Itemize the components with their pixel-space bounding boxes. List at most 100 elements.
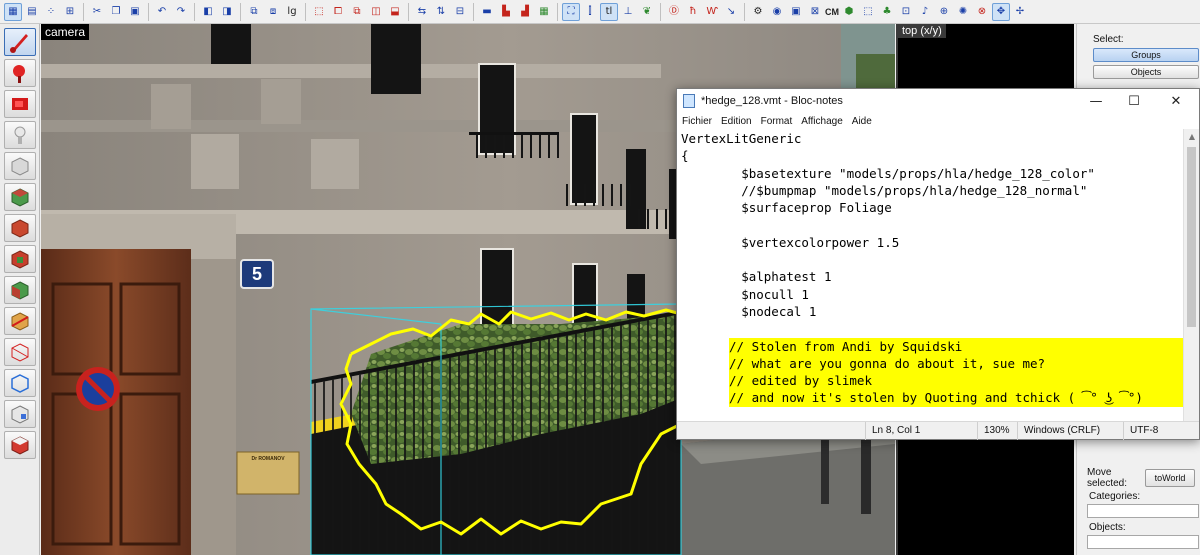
move-to-world-icon[interactable]: ◫ — [367, 3, 385, 21]
notepad-window[interactable]: *hedge_128.vmt - Bloc-notes — ☐ ✕ Fichie… — [676, 88, 1200, 440]
texture-bar-icon[interactable]: ▬ — [478, 3, 496, 21]
clipping-tool-button[interactable] — [3, 307, 36, 335]
compile-icon[interactable]: ⚙ — [749, 3, 767, 21]
editor-line[interactable]: // and now it's stolen by Quoting and tc… — [729, 389, 1185, 407]
editor-line[interactable]: VertexLitGeneric — [681, 130, 1185, 147]
editor-line[interactable]: $basetexture "models/props/hla/hedge_128… — [681, 165, 1185, 182]
menu-edition[interactable]: Edition — [721, 116, 752, 127]
expand-icon[interactable]: ✢ — [1011, 3, 1029, 21]
editor-line[interactable] — [681, 320, 1185, 337]
editor-line[interactable] — [681, 216, 1185, 233]
overlay-icon[interactable]: Ⱳ — [703, 3, 721, 21]
notepad-scrollbar[interactable]: ▲ — [1183, 129, 1199, 421]
editor-line[interactable]: $vertexcolorpower 1.5 — [681, 234, 1185, 251]
vertex-tool-button[interactable] — [3, 338, 36, 366]
selection-box-icon[interactable]: ⛶ — [562, 2, 580, 21]
camera-tool-button[interactable] — [3, 90, 36, 118]
flip-horizontal-icon[interactable]: ⇆ — [413, 3, 431, 21]
align-icon[interactable]: ⊟ — [451, 3, 469, 21]
brush-edit-icon[interactable]: ħ — [684, 3, 702, 21]
menu-aide[interactable]: Aide — [852, 116, 872, 127]
tool-palette — [0, 24, 40, 555]
editor-line[interactable]: $alphatest 1 — [681, 268, 1185, 285]
snap-icon[interactable]: ⫿ — [581, 3, 599, 21]
categories-dropdown[interactable] — [1087, 504, 1199, 518]
nodraw-icon[interactable]: ⊡ — [897, 3, 915, 21]
flip-vertical-icon[interactable]: ⇅ — [432, 3, 450, 21]
cordon-tool-button[interactable] — [3, 400, 36, 428]
copy-icon[interactable]: ❐ — [107, 3, 125, 21]
to-world-button[interactable]: toWorld — [1145, 469, 1195, 487]
objects-button[interactable]: Objects — [1093, 65, 1199, 79]
hide-selection-icon[interactable]: ⧉ — [245, 3, 263, 21]
grid-snap-icon[interactable]: ⊞ — [61, 3, 79, 21]
grid-dots-icon[interactable]: ⁘ — [42, 3, 60, 21]
transform-icon[interactable]: ⊕ — [935, 3, 953, 21]
editor-line[interactable] — [681, 251, 1185, 268]
editor-line[interactable]: $nodecal 1 — [681, 303, 1185, 320]
tool-cm-label[interactable]: CM — [825, 7, 839, 17]
ungroup-icon[interactable]: ◨ — [218, 3, 236, 21]
scroll-thumb[interactable] — [1187, 147, 1196, 327]
menu-affichage[interactable]: Affichage — [801, 116, 843, 127]
move-icon[interactable]: ✥ — [992, 2, 1010, 21]
scroll-up-icon[interactable]: ▲ — [1184, 129, 1200, 145]
editor-line[interactable]: { — [681, 147, 1185, 164]
maximize-icon[interactable]: ☐ — [1115, 89, 1153, 113]
texture-replace-icon[interactable]: ▟ — [516, 3, 534, 21]
tie-to-entity-icon[interactable]: ⧉ — [348, 3, 366, 21]
menu-format[interactable]: Format — [761, 116, 793, 127]
grid-fine-icon[interactable]: ▤ — [23, 3, 41, 21]
editor-line[interactable]: $surfaceprop Foliage — [681, 199, 1185, 216]
sound-icon[interactable]: ♪ — [916, 3, 934, 21]
redo-icon[interactable]: ↷ — [172, 3, 190, 21]
texture-apply-icon[interactable]: ▙ — [497, 3, 515, 21]
path-icon[interactable]: ↘ — [722, 3, 740, 21]
close-icon[interactable]: ✕ — [1157, 89, 1195, 113]
editor-line[interactable]: $nocull 1 — [681, 286, 1185, 303]
text-tool-icon[interactable]: tl — [600, 2, 618, 21]
collapse-icon[interactable]: ⊗ — [973, 3, 991, 21]
overlay-tool-button[interactable] — [3, 276, 36, 304]
editor-line[interactable]: // what are you gonna do about it, sue m… — [729, 354, 1185, 373]
light-icon[interactable]: ✺ — [954, 3, 972, 21]
instance-icon[interactable]: ⬢ — [840, 3, 858, 21]
editor-line[interactable]: // Stolen from Andi by Squidski — [729, 337, 1185, 355]
paste-icon[interactable]: ▣ — [126, 3, 144, 21]
apply-texture-button[interactable] — [3, 214, 36, 242]
groups-button[interactable]: Groups — [1093, 48, 1199, 62]
check-problems-icon[interactable]: ⊠ — [806, 3, 824, 21]
entity-tool-button[interactable] — [3, 121, 36, 149]
show-selection-icon[interactable]: ⧈ — [264, 3, 282, 21]
objects-dropdown[interactable] — [1087, 535, 1199, 549]
grid-icon[interactable]: ▦ — [4, 2, 22, 21]
notepad-titlebar[interactable]: *hedge_128.vmt - Bloc-notes — ☐ ✕ — [677, 89, 1199, 113]
carve-icon[interactable]: ⬚ — [310, 3, 328, 21]
displacement-tool-button[interactable] — [3, 431, 36, 459]
displacement-icon[interactable]: Ⓓ — [665, 3, 683, 21]
cordon-icon[interactable]: ⬚ — [859, 3, 877, 21]
block-tool-button[interactable] — [3, 152, 36, 180]
hollow-icon[interactable]: ⧠ — [329, 3, 347, 21]
selection-tool-button[interactable] — [3, 28, 36, 56]
clip-icon[interactable]: ⬓ — [386, 3, 404, 21]
path-tool-button[interactable] — [3, 369, 36, 397]
group-icon[interactable]: ◧ — [199, 3, 217, 21]
editor-line[interactable]: //$bumpmap "models/props/hla/hedge_128_n… — [681, 182, 1185, 199]
texture-browser-icon[interactable]: ▦ — [535, 3, 553, 21]
texture-tool-button[interactable] — [3, 183, 36, 211]
minimize-icon[interactable]: — — [1077, 89, 1115, 113]
texture-lock-icon[interactable]: lg — [283, 3, 301, 21]
decal-icon[interactable]: ❦ — [638, 3, 656, 21]
cut-icon[interactable]: ✂ — [88, 3, 106, 21]
menu-fichier[interactable]: Fichier — [682, 116, 712, 127]
helpers-icon[interactable]: ⊥ — [619, 3, 637, 21]
entity-report-icon[interactable]: ▣ — [787, 3, 805, 21]
notepad-text-area[interactable]: VertexLitGeneric{ $basetexture "models/p… — [677, 129, 1185, 421]
run-map-icon[interactable]: ◉ — [768, 3, 786, 21]
decal-tool-button[interactable] — [3, 245, 36, 273]
magnify-tool-button[interactable] — [3, 59, 36, 87]
model-icon[interactable]: ♣ — [878, 3, 896, 21]
editor-line[interactable]: // edited by slimek — [729, 372, 1185, 390]
undo-icon[interactable]: ↶ — [153, 3, 171, 21]
